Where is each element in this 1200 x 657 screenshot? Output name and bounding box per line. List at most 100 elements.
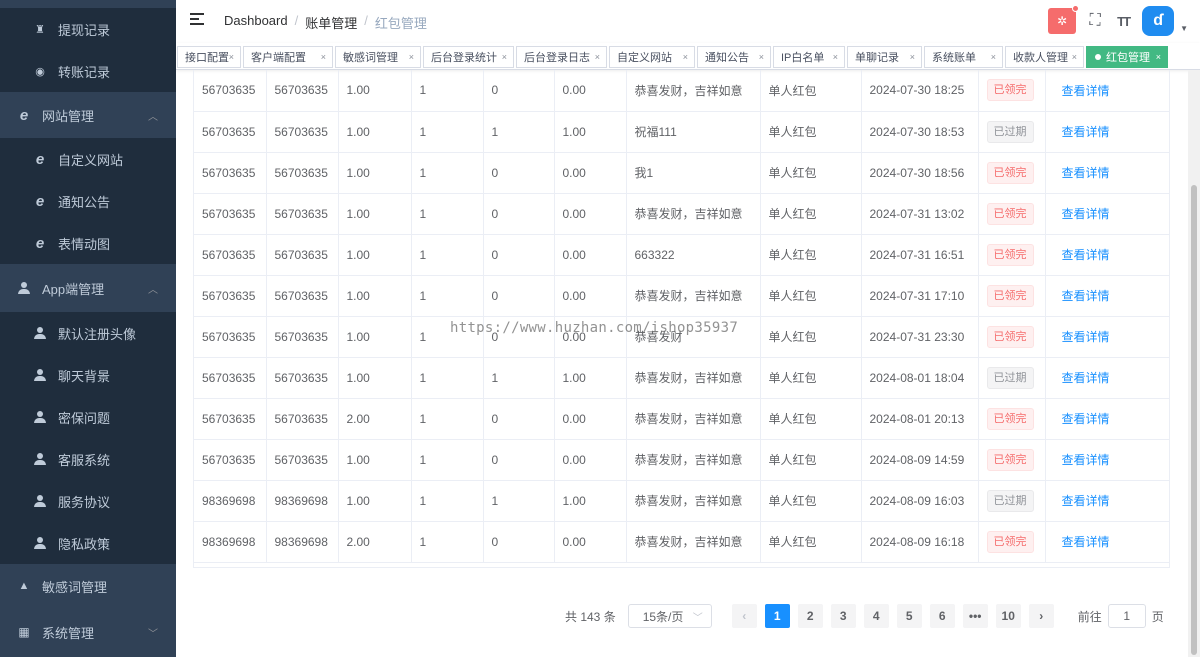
page-button[interactable]: 3 (830, 604, 856, 628)
close-icon[interactable]: × (409, 52, 414, 62)
sidebar-item[interactable]: e 表情动图 (0, 222, 176, 264)
sidebar-item[interactable]: 密保问题 (0, 396, 176, 438)
sidebar-item[interactable]: App端管理 ︿ (0, 266, 176, 310)
table-cell: 已领完 (978, 316, 1046, 358)
tag[interactable]: 后台登录日志 × (516, 46, 607, 68)
caret-down-icon[interactable]: ▼ (1180, 24, 1188, 33)
tag[interactable]: 自定义网站 × (609, 46, 695, 68)
view-details-link[interactable]: 查看详情 (1062, 125, 1110, 139)
ie-icon: e (35, 192, 45, 210)
sidebar-item[interactable]: 客服系统 (0, 438, 176, 480)
close-icon[interactable]: × (595, 52, 600, 62)
tag[interactable]: 通知公告 × (697, 46, 771, 68)
sidebar-item[interactable]: ▦ 系统管理 ﹀ (0, 610, 176, 654)
prev-page-button[interactable]: ‹ (731, 604, 757, 628)
tag[interactable]: 客户端配置 × (243, 46, 333, 68)
table-cell: 56703635 (194, 70, 267, 112)
sidebar-item[interactable]: e 通知公告 (0, 180, 176, 222)
bug-icon[interactable]: ✲ (1048, 5, 1080, 34)
goto-page-input[interactable]: 1 (1107, 604, 1146, 628)
tag-label: 红包管理 (1106, 52, 1150, 64)
tag[interactable]: 收款人管理 × (1005, 46, 1084, 68)
hamburger-icon[interactable] (190, 13, 204, 27)
sidebar-item[interactable]: ◉ 转账记录 (0, 50, 176, 92)
close-icon[interactable]: × (683, 52, 688, 62)
status-badge: 已领完 (986, 325, 1034, 348)
avatar[interactable]: ɗ (1142, 6, 1175, 36)
tags-view: 接口配置 × 客户端配置 × 敏感词管理 × 后台登录统计 × 后台登录日志 × 自定义网站 × 通知公… (176, 43, 1200, 70)
status-badge: 已领完 (986, 407, 1034, 430)
view-details-link[interactable]: 查看详情 (1062, 535, 1110, 549)
scrollbar-thumb[interactable] (1191, 185, 1197, 655)
close-icon[interactable]: × (759, 52, 764, 62)
view-details-link[interactable]: 查看详情 (1062, 207, 1110, 221)
breadcrumb: Dashboard / 账单管理 / 红包管理 (224, 13, 427, 32)
view-details-link[interactable]: 查看详情 (1062, 494, 1110, 508)
sidebar-item[interactable]: 隐私政策 (0, 522, 176, 564)
sidebar-item[interactable]: ▲ 敏感词管理 (0, 564, 176, 608)
sidebar-item-label: 客服系统 (58, 452, 111, 468)
more-pages-button[interactable]: ••• (962, 604, 988, 628)
close-icon[interactable]: × (1072, 52, 1077, 62)
breadcrumb-item-dashboard[interactable]: Dashboard (224, 13, 288, 32)
view-details-link[interactable]: 查看详情 (1062, 166, 1110, 180)
table-row: 56703635 56703635 1.00 1 0 0.00 恭喜发财，吉祥如意 单人红包 2… (194, 275, 1169, 317)
page-button[interactable]: 1 (764, 604, 790, 628)
table-row: 56703635 56703635 2.00 1 0 0.00 恭喜发财，吉祥如意 单人红包 2… (194, 398, 1169, 440)
font-size-icon[interactable]: TT (1114, 14, 1132, 29)
sidebar-item[interactable]: e 自定义网站 (0, 138, 176, 180)
page-button[interactable]: 5 (896, 604, 922, 628)
close-icon[interactable]: × (991, 52, 996, 62)
table-cell: 56703635 (266, 316, 339, 358)
scrollbar[interactable] (1188, 70, 1200, 657)
close-icon[interactable]: × (502, 52, 507, 62)
table-cell: 1.00 (554, 357, 627, 399)
table-body: 56703635 56703635 1.00 1 0 0.00 恭喜发财，吉祥如意 单人红包 2… (194, 70, 1169, 563)
view-details-link[interactable]: 查看详情 (1062, 412, 1110, 426)
view-details-link[interactable]: 查看详情 (1062, 84, 1110, 98)
close-icon[interactable]: × (910, 52, 915, 62)
fullscreen-icon[interactable]: ⛶ (1086, 12, 1104, 30)
sidebar-item[interactable]: ♜ 提现记录 (0, 8, 176, 50)
sidebar-item-label: 默认注册头像 (58, 326, 137, 342)
view-details-link[interactable]: 查看详情 (1062, 330, 1110, 344)
page-button[interactable]: 4 (863, 604, 889, 628)
tag[interactable]: 后台登录统计 × (423, 46, 514, 68)
table-cell: 查看详情 (1045, 152, 1169, 194)
page-size-select[interactable]: 15条/页 ﹀ (627, 604, 712, 628)
close-icon[interactable]: × (321, 52, 326, 62)
next-page-button[interactable]: › (1028, 604, 1054, 628)
status-badge: 已领完 (986, 284, 1034, 307)
view-details-link[interactable]: 查看详情 (1062, 289, 1110, 303)
view-details-link[interactable]: 查看详情 (1062, 371, 1110, 385)
view-details-link[interactable]: 查看详情 (1062, 248, 1110, 262)
table-cell: 56703635 (194, 193, 267, 235)
close-icon[interactable]: × (229, 52, 234, 62)
tag[interactable]: 单聊记录 × (847, 46, 922, 68)
table-cell: 单人红包 (760, 111, 862, 153)
view-details-link[interactable]: 查看详情 (1062, 453, 1110, 467)
close-icon[interactable]: × (1156, 52, 1161, 62)
tag[interactable]: 系统账单 × (924, 46, 1003, 68)
page-button[interactable]: 2 (797, 604, 823, 628)
table-cell: 1.00 (554, 480, 627, 522)
tag-active[interactable]: 红包管理 × (1086, 46, 1168, 68)
notification-dot (1072, 5, 1080, 12)
chevron-icon: ︿ (148, 111, 158, 123)
sidebar-item[interactable]: 服务协议 (0, 480, 176, 522)
page-button[interactable]: 10 (995, 604, 1021, 628)
table-row: 56703635 56703635 1.00 1 0 0.00 恭喜发财，吉祥如意 单人红包 2… (194, 193, 1169, 235)
sidebar-item[interactable]: 聊天背景 (0, 354, 176, 396)
sidebar-item[interactable]: 默认注册头像 (0, 312, 176, 354)
close-icon[interactable]: × (833, 52, 838, 62)
breadcrumb-separator: / (294, 13, 299, 28)
tag[interactable]: 敏感词管理 × (335, 46, 421, 68)
page-button[interactable]: 6 (929, 604, 955, 628)
tag-label: 后台登录日志 (524, 52, 590, 64)
status-badge: 已领完 (986, 202, 1034, 225)
sidebar-item[interactable]: e 网站管理 ︿ (0, 93, 176, 137)
table-row: 98369698 98369698 2.00 1 0 0.00 恭喜发财，吉祥如意 单人红包 2… (194, 521, 1169, 563)
tag[interactable]: IP白名单 × (773, 46, 845, 68)
page-list: 1 2 3 4 5 6 ••• 10 (761, 604, 1025, 628)
tag[interactable]: 接口配置 × (177, 46, 241, 68)
